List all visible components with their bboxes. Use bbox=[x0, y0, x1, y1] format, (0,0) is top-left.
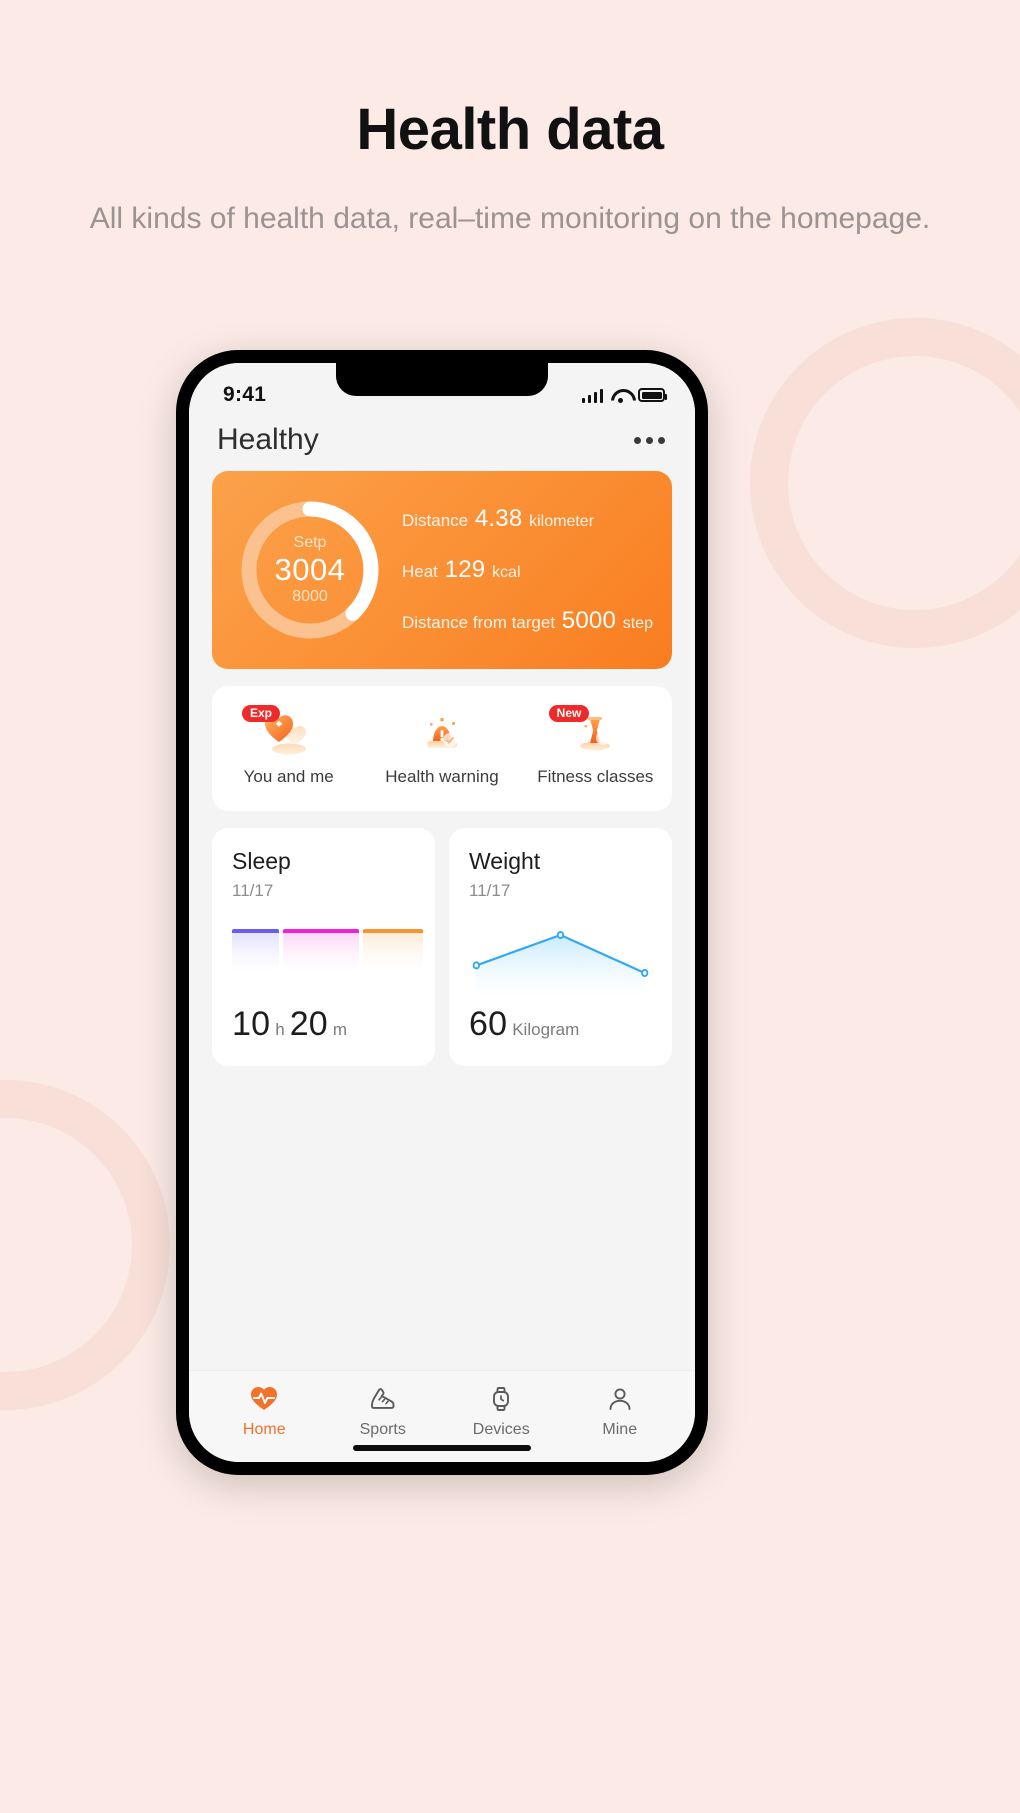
weight-card-date: 11/17 bbox=[469, 881, 511, 900]
sleep-chart bbox=[232, 915, 423, 1005]
tab-mine[interactable]: Mine bbox=[561, 1384, 680, 1439]
page-root: Health data All kinds of health data, re… bbox=[0, 0, 1020, 1813]
shortcut-label-you-and-me: You and me bbox=[243, 767, 334, 786]
step-goal: 8000 bbox=[292, 588, 328, 606]
sleep-minutes-value: 20 bbox=[289, 1005, 328, 1043]
stat-distance-label: Distance bbox=[402, 511, 469, 530]
step-ring-center: Setp 3004 8000 bbox=[234, 494, 386, 646]
sleep-bar-light bbox=[283, 929, 359, 971]
status-icons bbox=[581, 388, 667, 403]
page-title: Health data bbox=[356, 97, 664, 162]
sleep-bar-awake bbox=[362, 929, 423, 971]
background-ring-decoration-top bbox=[750, 318, 1020, 648]
step-progress-ring: Setp 3004 8000 bbox=[234, 494, 386, 646]
shortcut-row: Exp You and me Health warning New Fitnes… bbox=[212, 686, 672, 811]
shortcut-you-and-me[interactable]: Exp You and me bbox=[212, 705, 365, 787]
phone-screen: 9:41 Healthy Setp 3004 8000 Distance 4.3… bbox=[189, 363, 695, 1462]
weight-point-0 bbox=[472, 961, 480, 970]
tab-sports[interactable]: Sports bbox=[324, 1384, 443, 1439]
shortcut-fitness-classes[interactable]: New Fitness classes bbox=[519, 705, 672, 787]
tab-label-devices: Devices bbox=[472, 1421, 530, 1438]
weight-chart bbox=[469, 915, 652, 1005]
sleep-card-title: Sleep bbox=[232, 848, 291, 874]
stat-heat-value: 129 bbox=[444, 556, 486, 583]
stat-target-value: 5000 bbox=[561, 607, 616, 634]
tab-label-sports: Sports bbox=[359, 1421, 406, 1438]
page-subtitle: All kinds of health data, real–time moni… bbox=[89, 201, 931, 235]
shortcut-label-health-warning: Health warning bbox=[385, 767, 499, 786]
wifi-icon bbox=[611, 388, 630, 403]
phone-mockup: 9:41 Healthy Setp 3004 8000 Distance 4.3… bbox=[176, 350, 708, 1475]
stat-heat: Heat 129 kcal bbox=[402, 556, 660, 584]
person-icon bbox=[605, 1384, 635, 1414]
stat-target: Distance from target 5000 step bbox=[402, 607, 660, 635]
sleep-bar-deep bbox=[232, 929, 279, 971]
weight-unit: Kilogram bbox=[512, 1020, 580, 1039]
shortcut-label-fitness-classes: Fitness classes bbox=[537, 767, 654, 786]
weight-value: 60 bbox=[469, 1005, 508, 1043]
stat-distance-unit: kilometer bbox=[529, 513, 595, 530]
battery-icon bbox=[638, 388, 667, 402]
metric-card-sleep[interactable]: Sleep 11/17 10 h 20 m bbox=[212, 828, 435, 1066]
sleep-card-footer: 10 h 20 m bbox=[232, 1005, 415, 1044]
heart-pulse-icon bbox=[249, 1384, 279, 1414]
app-title: Healthy bbox=[217, 423, 319, 456]
stat-distance: Distance 4.38 kilometer bbox=[402, 505, 660, 533]
more-options-icon[interactable] bbox=[632, 429, 667, 452]
tab-devices[interactable]: Devices bbox=[442, 1384, 561, 1439]
metric-cards-row: Sleep 11/17 10 h 20 m Weight 11/17 60 Ki… bbox=[212, 828, 672, 1066]
phone-notch bbox=[336, 363, 548, 396]
app-content: Setp 3004 8000 Distance 4.38 kilometer H… bbox=[189, 471, 695, 1370]
background-ring-decoration-bottom bbox=[0, 1080, 170, 1410]
weight-point-1 bbox=[556, 931, 565, 939]
stat-heat-unit: kcal bbox=[492, 564, 521, 581]
tab-home[interactable]: Home bbox=[205, 1384, 324, 1439]
stat-target-unit: step bbox=[622, 615, 653, 632]
step-value: 3004 bbox=[274, 551, 346, 587]
step-stats-list: Distance 4.38 kilometer Heat 129 kcal Di… bbox=[386, 505, 660, 635]
step-label: Setp bbox=[293, 533, 327, 551]
tab-label-home: Home bbox=[242, 1421, 286, 1438]
shortcut-badge-new: New bbox=[548, 705, 590, 722]
status-time: 9:41 bbox=[223, 383, 267, 406]
weight-card-title: Weight bbox=[469, 848, 541, 874]
shortcut-health-warning[interactable]: Health warning bbox=[365, 710, 518, 787]
app-header: Healthy bbox=[189, 417, 695, 471]
sleep-card-date: 11/17 bbox=[232, 881, 274, 900]
stat-distance-value: 4.38 bbox=[474, 505, 523, 532]
home-indicator bbox=[353, 1445, 531, 1451]
watch-icon bbox=[486, 1384, 516, 1414]
tab-label-mine: Mine bbox=[602, 1421, 638, 1438]
sleep-minutes-unit: m bbox=[332, 1020, 348, 1039]
shortcut-badge-exp: Exp bbox=[242, 705, 281, 722]
step-summary-card[interactable]: Setp 3004 8000 Distance 4.38 kilometer H… bbox=[212, 471, 672, 669]
sleep-hours-value: 10 bbox=[232, 1005, 271, 1043]
metric-card-weight[interactable]: Weight 11/17 60 Kilogram bbox=[449, 828, 672, 1066]
stat-heat-label: Heat bbox=[402, 562, 438, 581]
sleep-bar-group bbox=[232, 915, 423, 971]
shoe-icon bbox=[368, 1384, 398, 1414]
cellular-signal-icon bbox=[581, 388, 603, 403]
alarm-warning-icon bbox=[416, 710, 468, 756]
sleep-hours-unit: h bbox=[275, 1020, 285, 1039]
hero-section: Health data All kinds of health data, re… bbox=[0, 0, 1020, 240]
weight-card-footer: 60 Kilogram bbox=[469, 1005, 652, 1044]
stat-target-label: Distance from target bbox=[402, 613, 556, 632]
weight-point-2 bbox=[641, 969, 649, 977]
